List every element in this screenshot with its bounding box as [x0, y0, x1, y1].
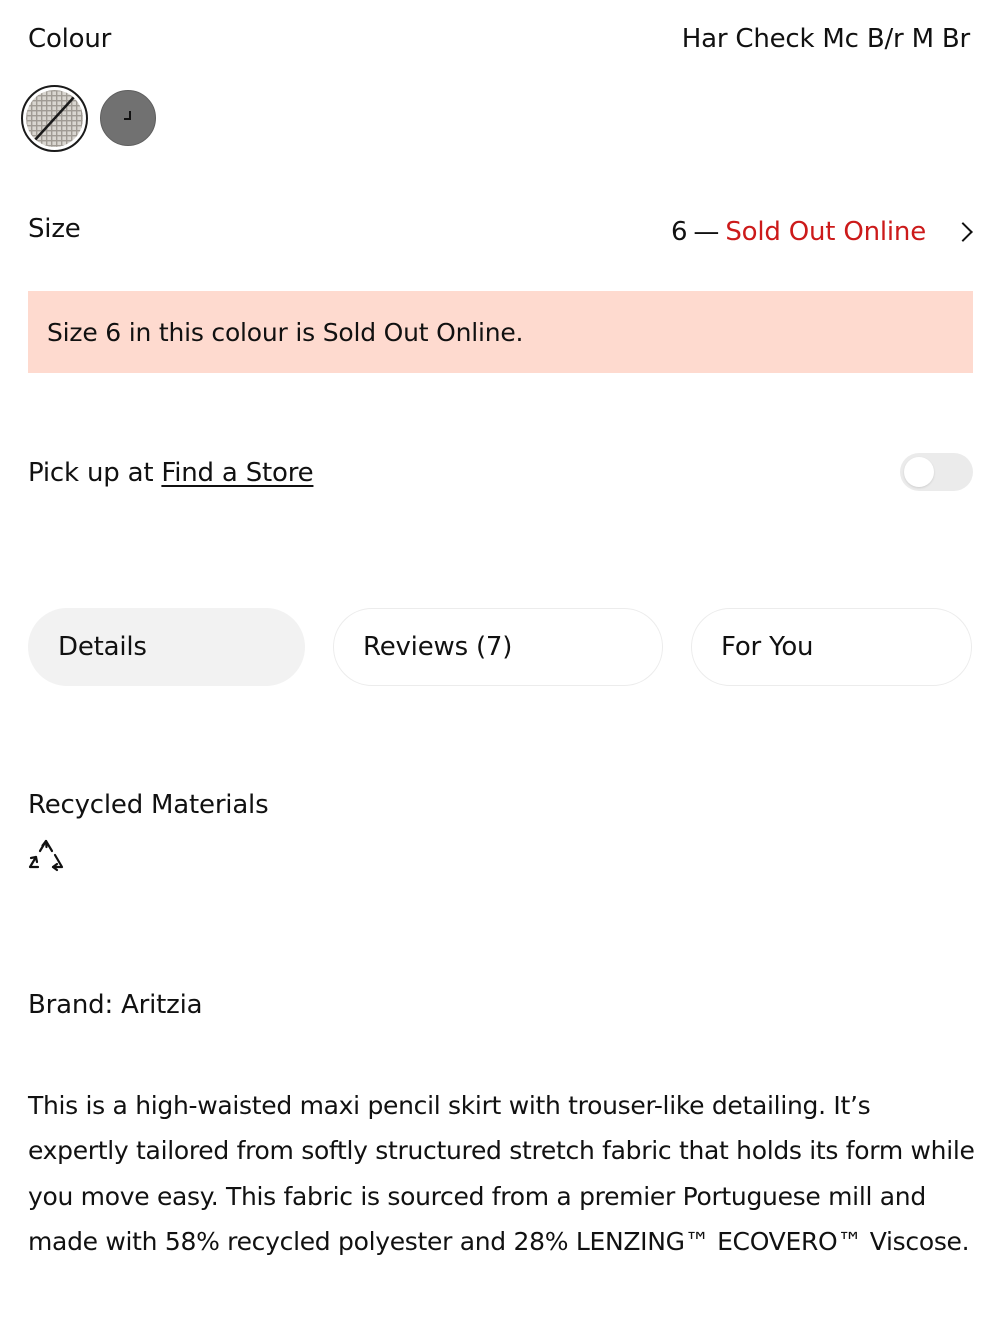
tab-reviews[interactable]: Reviews (7)	[333, 608, 663, 686]
pickup-label: Pick up at	[28, 458, 162, 488]
selected-size-value: 6	[670, 217, 688, 247]
size-status: Sold Out Online	[725, 217, 926, 247]
colour-swatch-grey[interactable]	[100, 90, 156, 146]
brand-label: Brand: Aritzia	[28, 990, 203, 1020]
sold-out-banner: Size 6 in this colour is Sold Out Online…	[28, 291, 973, 373]
pickup-row: Pick up at Find a Store	[28, 458, 314, 488]
sold-out-message: Size 6 in this colour is Sold Out Online…	[47, 317, 524, 347]
check-mark-icon	[124, 111, 131, 120]
tab-for-you[interactable]: For You	[691, 608, 972, 686]
size-selector-button[interactable]: 6 — Sold Out Online	[671, 210, 974, 254]
recycled-materials-title: Recycled Materials	[28, 790, 269, 820]
chevron-right-icon	[953, 222, 973, 242]
pickup-toggle[interactable]	[900, 453, 973, 491]
colour-label: Colour	[28, 24, 112, 54]
size-label: Size	[28, 214, 81, 244]
size-separator: —	[693, 217, 720, 247]
toggle-knob	[904, 457, 934, 487]
selected-colour-name: Har Check Mc B/r M Br	[681, 24, 970, 54]
product-description: This is a high-waisted maxi pencil skirt…	[28, 1091, 975, 1256]
tab-reviews-label: Reviews (7)	[363, 632, 513, 662]
colour-swatch-check-selected[interactable]	[21, 85, 88, 152]
tab-details-label: Details	[58, 632, 147, 662]
check-pattern-swatch-icon	[26, 90, 83, 147]
tab-for-you-label: For You	[721, 632, 814, 662]
find-a-store-link[interactable]: Find a Store	[161, 458, 313, 488]
recycle-icon	[27, 839, 65, 875]
tab-details[interactable]: Details	[28, 608, 305, 686]
